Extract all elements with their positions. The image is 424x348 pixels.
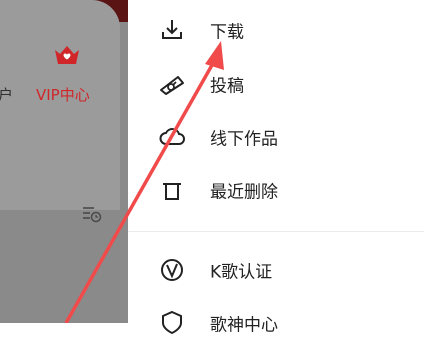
menu-item-label: 歌神中心 xyxy=(210,315,278,336)
crown-heart-icon[interactable] xyxy=(53,44,81,68)
vip-center-link[interactable]: VIP中心 xyxy=(36,84,90,105)
side-menu: 下载 投稿 线下作品 最近删除 K歌认证 歌神中心 xyxy=(128,0,424,336)
trash-icon xyxy=(158,176,186,204)
menu-item-k-song-verify[interactable]: K歌认证 xyxy=(128,245,424,295)
verify-v-icon xyxy=(158,256,186,284)
download-icon xyxy=(158,16,186,44)
menu-item-submit[interactable]: 投稿 xyxy=(128,59,424,109)
menu-label-partial: 户 xyxy=(0,86,14,104)
menu-item-label: 线下作品 xyxy=(210,129,278,150)
menu-divider xyxy=(128,231,424,232)
shield-icon xyxy=(158,309,186,337)
menu-item-label: 最近删除 xyxy=(210,182,278,203)
menu-item-recently-deleted[interactable]: 最近删除 xyxy=(128,165,424,215)
menu-item-download[interactable]: 下载 xyxy=(128,5,424,55)
cloud-icon xyxy=(158,123,186,151)
list-clock-icon[interactable] xyxy=(82,205,102,223)
menu-item-label: 投稿 xyxy=(210,76,244,97)
menu-item-offline-works[interactable]: 线下作品 xyxy=(128,112,424,162)
menu-item-label: 下载 xyxy=(210,22,244,43)
submit-ticket-icon xyxy=(158,70,186,98)
menu-item-label: K歌认证 xyxy=(210,262,273,283)
menu-item-song-god-center[interactable]: 歌神中心 xyxy=(128,298,424,348)
profile-card xyxy=(0,0,120,210)
